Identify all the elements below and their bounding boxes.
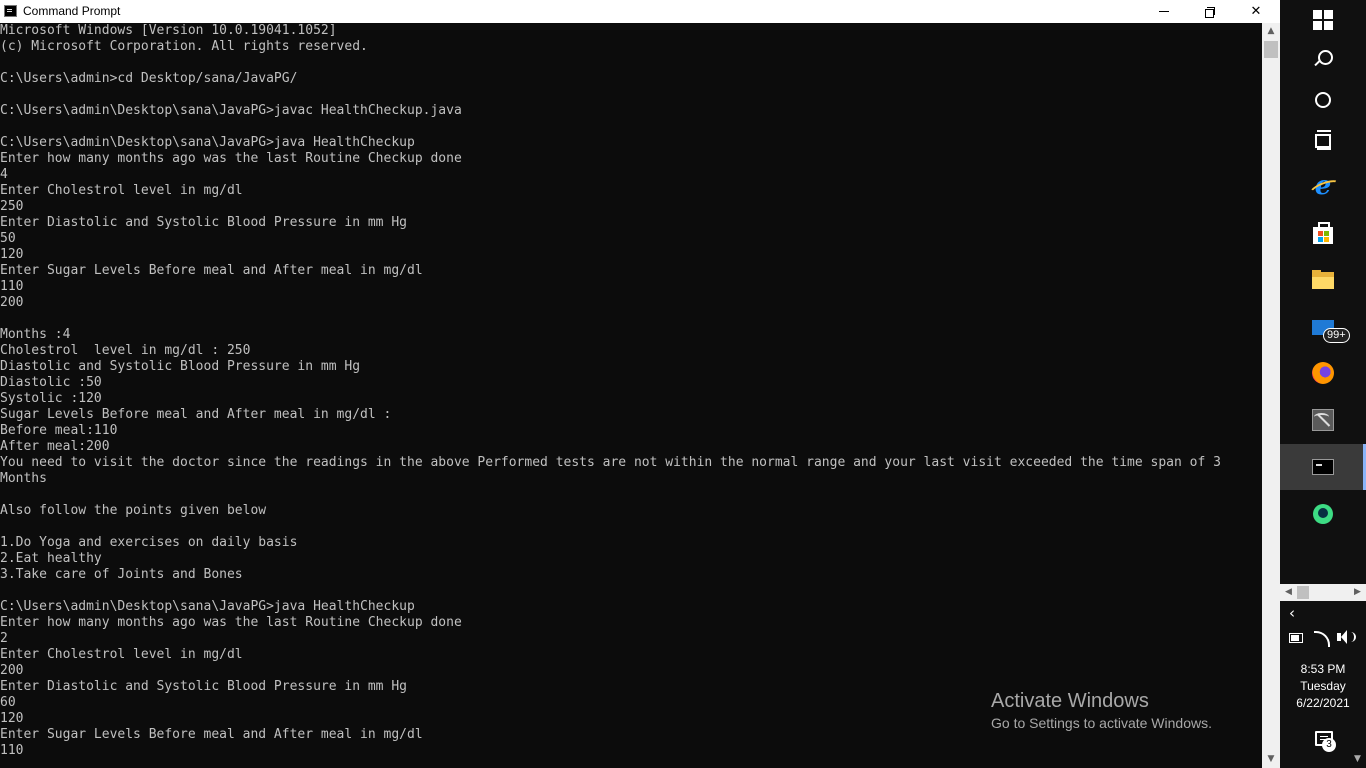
console-line: 50	[0, 231, 16, 246]
firefox-icon	[1312, 362, 1334, 384]
folder-icon	[1312, 269, 1334, 291]
mail-unread-badge: 99+	[1323, 328, 1350, 343]
store-icon	[1312, 222, 1334, 244]
console-line: Also follow the points given below	[0, 503, 267, 518]
restore-button[interactable]	[1187, 0, 1233, 23]
console-line: Diastolic and Systolic Blood Pressure in…	[0, 359, 361, 374]
network-icon[interactable]	[1314, 629, 1332, 647]
console-output[interactable]: Microsoft Windows [Version 10.0.19041.10…	[0, 23, 1262, 768]
console-line: Enter Diastolic and Systolic Blood Press…	[0, 215, 407, 230]
console-line: 110	[0, 743, 24, 758]
console-line: 120	[0, 247, 24, 262]
task-view-icon	[1312, 129, 1334, 151]
search-icon	[1312, 49, 1334, 71]
minimize-button[interactable]	[1141, 0, 1187, 23]
task-view-button[interactable]	[1280, 117, 1366, 163]
scroll-down-arrow-icon[interactable]: ▼	[1262, 751, 1280, 768]
taskbar-clock[interactable]: 8:53 PM Tuesday 6/22/2021	[1280, 661, 1366, 712]
console-line: 250	[0, 199, 24, 214]
tools-icon	[1312, 409, 1334, 431]
console-line: Systolic :120	[0, 391, 102, 406]
console-line: C:\Users\admin>cd Desktop/sana/JavaPG/	[0, 71, 298, 86]
mail-icon: 99+	[1312, 316, 1350, 343]
console-line: Enter Sugar Levels Before meal and After…	[0, 263, 423, 278]
console-line: 200	[0, 295, 24, 310]
windows-logo-icon	[1313, 10, 1333, 30]
scroll-left-arrow-icon[interactable]: ◀	[1280, 584, 1297, 601]
console-line: Enter Cholestrol level in mg/dl	[0, 647, 243, 662]
show-hidden-icons-chevron-icon[interactable]: ‹	[1289, 604, 1305, 622]
clock-day: Tuesday	[1300, 679, 1346, 693]
console-line: Before meal:110	[0, 423, 118, 438]
title-bar[interactable]: Command Prompt ✕	[0, 0, 1280, 23]
microsoft-store-button[interactable]	[1280, 210, 1366, 256]
console-line: Enter how many months ago was the last R…	[0, 615, 462, 630]
android-studio-icon	[1312, 503, 1334, 525]
file-explorer-button[interactable]	[1280, 257, 1366, 303]
activate-windows-title: Activate Windows	[991, 690, 1149, 712]
activate-windows-subtitle: Go to Settings to activate Windows.	[991, 715, 1212, 731]
console-vertical-scrollbar[interactable]: ▲ ▼	[1262, 23, 1280, 768]
internet-explorer-icon: e	[1312, 173, 1334, 199]
taskbar-horizontal-scrollbar[interactable]: ◀ ▶	[1280, 584, 1366, 601]
console-line: Enter Cholestrol level in mg/dl	[0, 183, 243, 198]
internet-explorer-button[interactable]: e	[1280, 163, 1366, 209]
console-line: 2.Eat healthy	[0, 551, 102, 566]
mail-button[interactable]: 99+	[1280, 304, 1366, 350]
volume-icon[interactable]	[1337, 629, 1356, 645]
command-prompt-icon	[1312, 456, 1334, 478]
command-prompt-window[interactable]: Command Prompt ✕ Microsoft Windows [Vers…	[0, 0, 1280, 768]
taskbar: e 99+	[1280, 0, 1366, 768]
console-line: C:\Users\admin\Desktop\sana\JavaPG>java …	[0, 599, 415, 614]
restore-icon	[1205, 6, 1215, 18]
scroll-up-arrow-icon[interactable]: ▲	[1262, 23, 1280, 40]
window-title: Command Prompt	[23, 4, 121, 18]
scroll-down-arrow-icon[interactable]: ▼	[1349, 751, 1366, 768]
console-line: Microsoft Windows [Version 10.0.19041.10…	[0, 23, 337, 38]
battery-icon[interactable]	[1289, 629, 1307, 645]
action-center-button[interactable]: 3	[1313, 729, 1337, 753]
console-line: 2	[0, 631, 8, 646]
console-line: C:\Users\admin\Desktop\sana\JavaPG>javac…	[0, 103, 462, 118]
command-prompt-icon[interactable]	[4, 5, 17, 17]
minimize-icon	[1159, 11, 1169, 12]
tools-app-button[interactable]	[1280, 397, 1366, 443]
console-line: 3.Take care of Joints and Bones	[0, 567, 243, 582]
console-line: You need to visit the doctor since the r…	[0, 455, 1221, 470]
console-line: 1.Do Yoga and exercises on daily basis	[0, 535, 298, 550]
console-line: Enter how many months ago was the last R…	[0, 151, 462, 166]
console-line: 4	[0, 167, 8, 182]
desktop-screen: Command Prompt ✕ Microsoft Windows [Vers…	[0, 0, 1366, 768]
scrollbar-thumb[interactable]	[1297, 586, 1309, 599]
scroll-right-arrow-icon[interactable]: ▶	[1349, 584, 1366, 601]
firefox-button[interactable]	[1280, 350, 1366, 396]
command-prompt-taskbar-button[interactable]	[1280, 444, 1366, 490]
console-line: Months	[0, 471, 47, 486]
notification-count-badge: 3	[1322, 738, 1336, 752]
console-line: (c) Microsoft Corporation. All rights re…	[0, 39, 368, 54]
console-line: After meal:200	[0, 439, 110, 454]
clock-time: 8:53 PM	[1300, 662, 1346, 676]
scrollbar-thumb[interactable]	[1264, 41, 1278, 58]
console-line: Diastolic :50	[0, 375, 102, 390]
console-line: Months :4	[0, 327, 71, 342]
close-button[interactable]: ✕	[1233, 0, 1279, 23]
console-line: 200	[0, 663, 24, 678]
console-line: Sugar Levels Before meal and After meal …	[0, 407, 392, 422]
cortana-icon	[1312, 89, 1334, 111]
clock-date: 6/22/2021	[1296, 696, 1350, 710]
console-line: C:\Users\admin\Desktop\sana\JavaPG>java …	[0, 135, 415, 150]
android-studio-button[interactable]	[1280, 491, 1366, 537]
close-icon: ✕	[1250, 4, 1262, 19]
console-line: Cholestrol level in mg/dl : 250	[0, 343, 251, 358]
console-line: 110	[0, 279, 24, 294]
